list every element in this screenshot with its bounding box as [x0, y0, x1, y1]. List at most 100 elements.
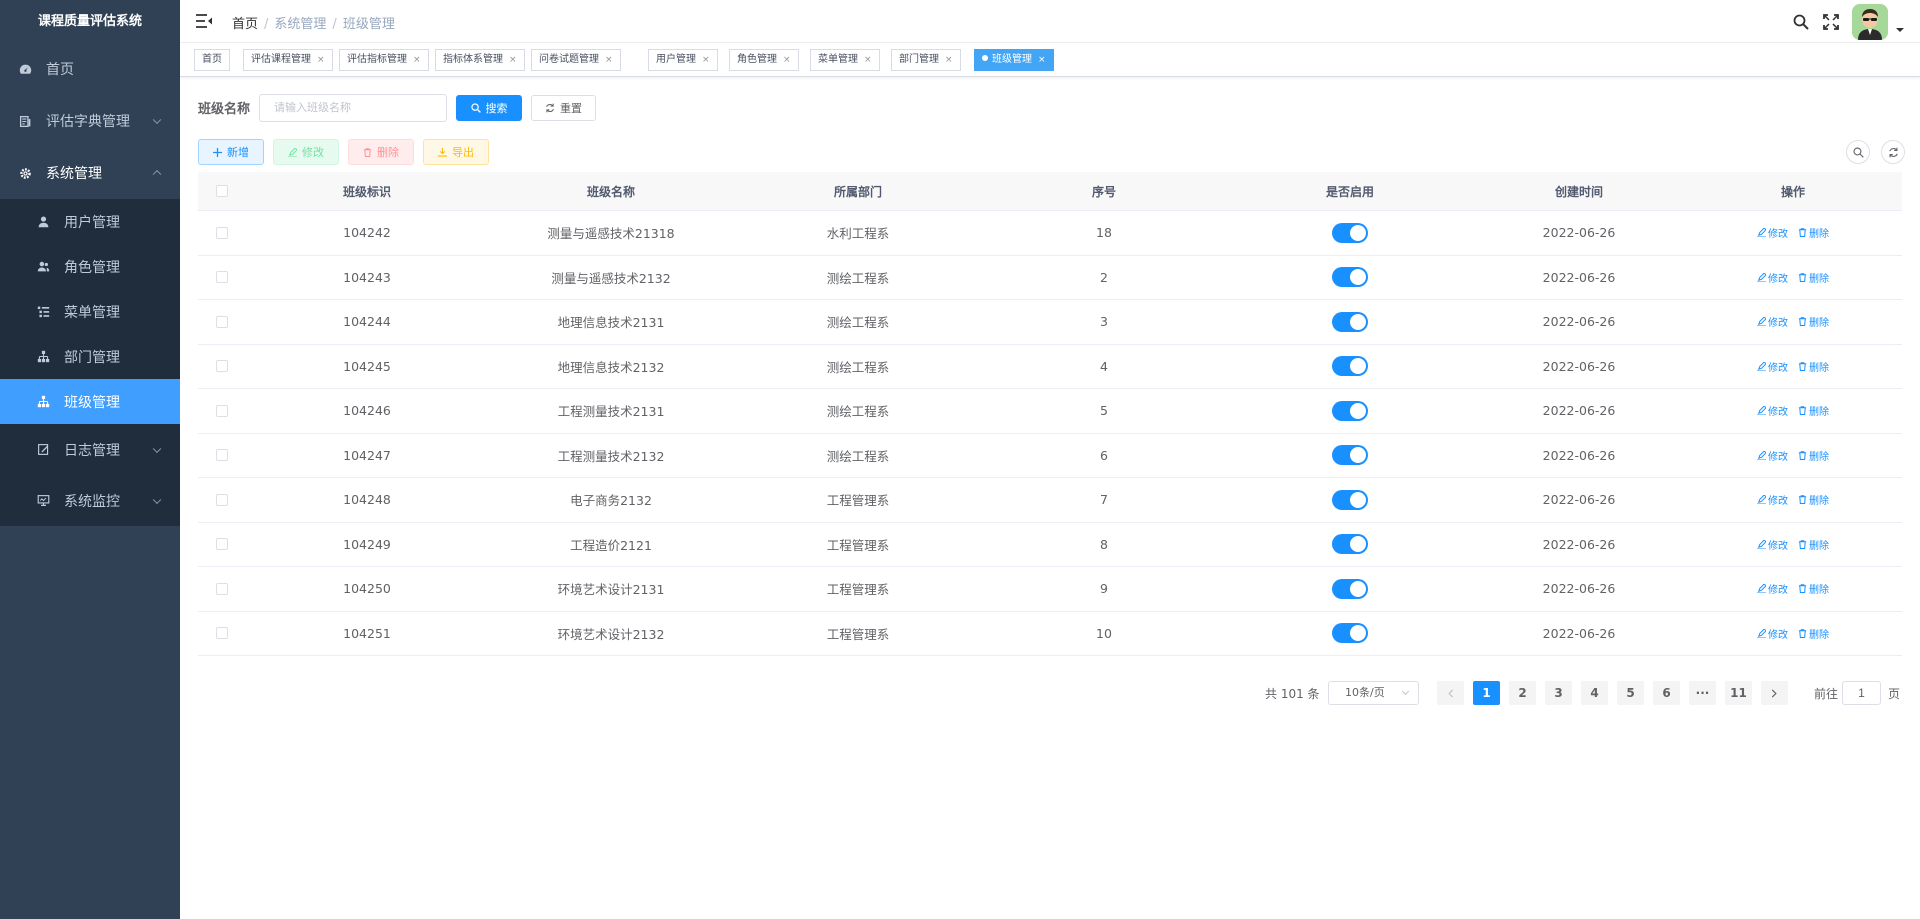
export-button[interactable]: 导出	[423, 139, 489, 165]
row-edit-link[interactable]: 修改	[1757, 537, 1788, 552]
row-checkbox[interactable]	[216, 226, 228, 239]
row-delete-link[interactable]: 删除	[1798, 626, 1829, 641]
add-button[interactable]: 新增	[198, 139, 264, 165]
delete-button[interactable]: 删除	[348, 139, 414, 165]
sidebar-item-monitor[interactable]: 系统监控	[0, 475, 180, 526]
next-page-button[interactable]	[1761, 681, 1788, 705]
edit-button[interactable]: 修改	[273, 139, 339, 165]
page-button[interactable]: 11	[1725, 681, 1752, 705]
row-edit-link[interactable]: 修改	[1757, 626, 1788, 641]
close-icon[interactable]: ×	[1038, 55, 1046, 65]
row-checkbox[interactable]	[216, 582, 228, 595]
select-all-checkbox[interactable]	[216, 185, 228, 197]
enabled-switch[interactable]	[1332, 578, 1368, 599]
page-button[interactable]: 5	[1617, 681, 1644, 705]
row-delete-link[interactable]: 删除	[1798, 403, 1829, 418]
page-button[interactable]: 3	[1545, 681, 1572, 705]
goto-page-input[interactable]	[1842, 681, 1881, 705]
enabled-switch[interactable]	[1332, 623, 1368, 644]
tag-roles[interactable]: 角色管理 ×	[729, 49, 799, 71]
edit-icon	[1757, 272, 1766, 282]
page-size-select[interactable]: 10条/页	[1328, 681, 1419, 705]
row-delete-link[interactable]: 删除	[1798, 225, 1829, 240]
created-time-cell: 2022-06-26	[1542, 536, 1616, 552]
row-checkbox[interactable]	[216, 538, 228, 551]
row-delete-link[interactable]: 删除	[1798, 314, 1829, 329]
breadcrumb-separator: /	[264, 17, 269, 32]
more-pages-button[interactable]: ···	[1689, 681, 1716, 705]
enabled-switch[interactable]	[1332, 534, 1368, 555]
row-delete-link[interactable]: 删除	[1798, 492, 1829, 507]
close-icon[interactable]: ×	[413, 55, 421, 65]
row-edit-link[interactable]: 修改	[1757, 225, 1788, 240]
row-edit-link[interactable]: 修改	[1757, 492, 1788, 507]
fullscreen-icon[interactable]	[1822, 13, 1840, 31]
row-delete-link[interactable]: 删除	[1798, 581, 1829, 596]
row-checkbox[interactable]	[216, 627, 228, 640]
breadcrumb-home[interactable]: 首页	[232, 17, 258, 32]
row-checkbox[interactable]	[216, 315, 228, 328]
tag-home[interactable]: 首页	[194, 49, 230, 71]
sidebar-item-home[interactable]: 首页	[0, 43, 180, 95]
sidebar-item-logs[interactable]: 日志管理	[0, 424, 180, 475]
sidebar-item-departments[interactable]: 部门管理	[0, 334, 180, 379]
enabled-switch[interactable]	[1332, 445, 1368, 466]
caret-down-icon[interactable]	[1896, 27, 1904, 32]
close-icon[interactable]: ×	[945, 55, 953, 65]
enabled-switch[interactable]	[1332, 222, 1368, 243]
row-edit-link[interactable]: 修改	[1757, 359, 1788, 374]
row-checkbox[interactable]	[216, 493, 228, 506]
prev-page-button[interactable]	[1437, 681, 1464, 705]
enabled-switch[interactable]	[1332, 400, 1368, 421]
row-checkbox[interactable]	[216, 360, 228, 373]
row-checkbox[interactable]	[216, 404, 228, 417]
row-edit-link[interactable]: 修改	[1757, 314, 1788, 329]
row-checkbox[interactable]	[216, 449, 228, 462]
row-delete-link[interactable]: 删除	[1798, 448, 1829, 463]
row-delete-link[interactable]: 删除	[1798, 359, 1829, 374]
tag-eval-indicator[interactable]: 评估指标管理 ×	[339, 49, 429, 71]
tag-eval-course[interactable]: 评估课程管理 ×	[243, 49, 333, 71]
page-button[interactable]: 1	[1473, 681, 1500, 705]
enabled-switch[interactable]	[1332, 489, 1368, 510]
row-edit-link[interactable]: 修改	[1757, 581, 1788, 596]
sidebar-item-users[interactable]: 用户管理	[0, 199, 180, 244]
sidebar-item-classes[interactable]: 班级管理	[0, 379, 180, 424]
tag-classes[interactable]: 班级管理 ×	[974, 49, 1054, 71]
close-icon[interactable]: ×	[864, 55, 872, 65]
tag-departments[interactable]: 部门管理 ×	[891, 49, 961, 71]
class-name-input[interactable]	[259, 94, 447, 122]
close-icon[interactable]: ×	[605, 55, 613, 65]
toggle-search-button[interactable]	[1846, 140, 1870, 164]
tag-indicator-system[interactable]: 指标体系管理 ×	[435, 49, 525, 71]
reset-button[interactable]: 重置	[531, 95, 596, 121]
search-button[interactable]: 搜索	[456, 95, 522, 121]
search-icon[interactable]	[1792, 13, 1810, 31]
enabled-switch[interactable]	[1332, 267, 1368, 288]
page-button[interactable]: 6	[1653, 681, 1680, 705]
sidebar-item-menus[interactable]: 菜单管理	[0, 289, 180, 334]
refresh-button[interactable]	[1881, 140, 1905, 164]
row-delete-link[interactable]: 删除	[1798, 537, 1829, 552]
row-edit-link[interactable]: 修改	[1757, 403, 1788, 418]
close-icon[interactable]: ×	[702, 55, 710, 65]
tag-questionnaire[interactable]: 问卷试题管理 ×	[531, 49, 621, 71]
page-button[interactable]: 4	[1581, 681, 1608, 705]
sidebar-item-roles[interactable]: 角色管理	[0, 244, 180, 289]
close-icon[interactable]: ×	[317, 55, 325, 65]
row-edit-link[interactable]: 修改	[1757, 448, 1788, 463]
row-checkbox[interactable]	[216, 271, 228, 284]
hamburger-icon[interactable]	[196, 14, 212, 28]
avatar[interactable]	[1852, 3, 1888, 40]
tag-users[interactable]: 用户管理 ×	[648, 49, 718, 71]
close-icon[interactable]: ×	[509, 55, 517, 65]
enabled-switch[interactable]	[1332, 311, 1368, 332]
sidebar-item-system[interactable]: 系统管理	[0, 147, 180, 199]
close-icon[interactable]: ×	[783, 55, 791, 65]
sidebar-item-dictionary[interactable]: 评估字典管理	[0, 95, 180, 147]
enabled-switch[interactable]	[1332, 356, 1368, 377]
row-edit-link[interactable]: 修改	[1757, 270, 1788, 285]
page-button[interactable]: 2	[1509, 681, 1536, 705]
row-delete-link[interactable]: 删除	[1798, 270, 1829, 285]
tag-menus[interactable]: 菜单管理 ×	[810, 49, 880, 71]
